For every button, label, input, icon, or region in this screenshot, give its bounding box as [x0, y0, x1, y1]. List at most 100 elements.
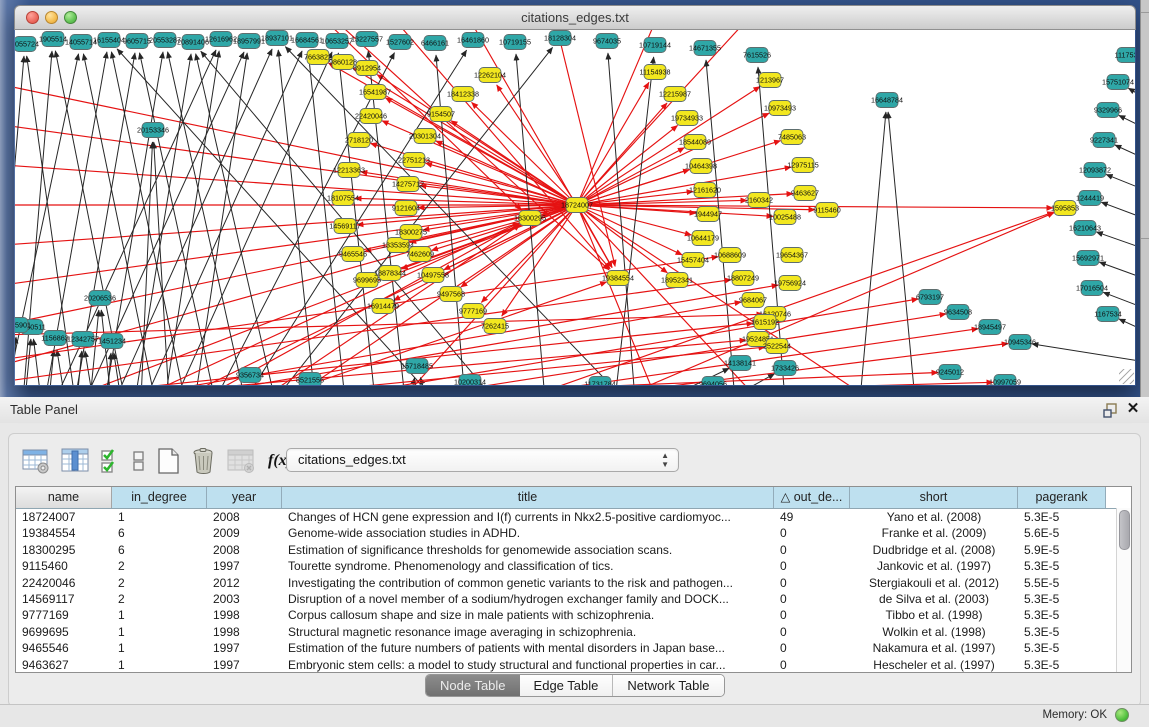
graph-node[interactable]: 1615192	[751, 315, 779, 330]
table-cell[interactable]: Stergiakouli et al. (2012)	[850, 575, 1018, 591]
graph-node[interactable]: 9465546	[339, 247, 367, 262]
graph-node[interactable]: 15751074	[1102, 75, 1134, 90]
table-cell[interactable]: 6	[112, 525, 207, 541]
graph-node[interactable]: 14569117	[329, 219, 360, 234]
table-cell[interactable]: Genome-wide association studies in ADHD.	[282, 525, 774, 541]
graph-node[interactable]: 10945346	[1004, 335, 1036, 350]
graph-node[interactable]: 10464398	[685, 159, 717, 174]
graph-node[interactable]: 7262415	[481, 319, 509, 334]
network-canvas[interactable]: 2055724190551414055714161554049605715205…	[15, 30, 1135, 385]
graph-node[interactable]: 8912954	[353, 61, 381, 76]
table-cell[interactable]: 19384554	[16, 525, 112, 541]
table-cell[interactable]: 0	[774, 575, 850, 591]
graph-node[interactable]: 12093872	[1079, 163, 1111, 178]
table-cell[interactable]: 2	[112, 558, 207, 574]
table-mode-icon[interactable]	[21, 447, 51, 475]
table-cell[interactable]: Hescheler et al. (1997)	[850, 657, 1018, 673]
memory-status-indicator[interactable]	[1115, 708, 1129, 722]
table-row[interactable]: 2242004622012Investigating the contribut…	[16, 575, 1131, 591]
citation-edge-black[interactable]	[33, 339, 41, 385]
graph-node[interactable]: 18128304	[544, 31, 576, 46]
table-cell[interactable]: 9777169	[16, 607, 112, 623]
graph-node[interactable]: 16648784	[871, 93, 903, 108]
citation-edge-red[interactable]	[615, 213, 1054, 385]
table-cell[interactable]: 22420046	[16, 575, 112, 591]
citation-edge-red[interactable]	[15, 85, 577, 205]
tab-node-table[interactable]: Node Table	[426, 675, 520, 697]
graph-node[interactable]: 20206536	[84, 291, 116, 306]
citation-edge-red[interactable]	[577, 30, 655, 205]
graph-node[interactable]: 2522544	[763, 339, 791, 354]
table-cell[interactable]: 49	[774, 509, 850, 525]
table-cell[interactable]: 2012	[207, 575, 282, 591]
table-cell[interactable]: 0	[774, 640, 850, 656]
graph-node[interactable]: 10997059	[989, 375, 1021, 386]
citation-edge-black[interactable]	[1099, 262, 1135, 286]
graph-node[interactable]: 7462609	[406, 247, 434, 262]
graph-node[interactable]: 9674035	[593, 34, 621, 49]
graph-node[interactable]: 20153346	[137, 123, 169, 138]
citation-edge-red[interactable]	[15, 125, 577, 205]
graph-node[interactable]: 19384554	[602, 271, 634, 286]
table-cell[interactable]: 2008	[207, 542, 282, 558]
table-cell[interactable]: 9465546	[16, 640, 112, 656]
citation-edge-black[interactable]	[1096, 232, 1135, 256]
table-cell[interactable]: 5.3E-5	[1018, 624, 1106, 640]
citation-edge-black[interactable]	[1032, 344, 1135, 365]
citation-edge-black[interactable]	[1115, 145, 1135, 168]
graph-node[interactable]: 22751213	[398, 153, 430, 168]
table-row[interactable]: 911546021997Tourette syndrome. Phenomeno…	[16, 558, 1131, 574]
citation-edge-black[interactable]	[706, 60, 735, 385]
graph-node[interactable]: 9356734	[236, 368, 264, 383]
graph-node[interactable]: 19734933	[671, 111, 703, 126]
graph-node[interactable]: 1944947	[694, 207, 722, 222]
table-cell[interactable]: 1997	[207, 657, 282, 673]
column-header-3[interactable]: title	[282, 487, 774, 508]
table-cell[interactable]: 18724007	[16, 509, 112, 525]
table-cell[interactable]: 5.3E-5	[1018, 640, 1106, 656]
tab-network-table[interactable]: Network Table	[612, 675, 723, 697]
table-cell[interactable]: 1	[112, 607, 207, 623]
table-cell[interactable]: 1997	[207, 640, 282, 656]
table-row[interactable]: 1872400712008Changes of HCN gene express…	[16, 509, 1131, 525]
graph-node[interactable]: 1244419	[1076, 191, 1104, 206]
table-row[interactable]: 946554611997Estimation of the future num…	[16, 640, 1131, 656]
table-row[interactable]: 969969511998Structural magnetic resonanc…	[16, 624, 1131, 640]
graph-node[interactable]: 16210643	[1069, 221, 1101, 236]
table-cell[interactable]: Estimation of significance thresholds fo…	[282, 542, 774, 558]
scrollbar-thumb[interactable]	[1119, 510, 1130, 550]
graph-node[interactable]: 10719155	[499, 35, 531, 50]
column-header-6[interactable]: pagerank	[1018, 487, 1106, 508]
citation-edge-black[interactable]	[1106, 174, 1135, 198]
table-cell[interactable]: Changes of HCN gene expression and I(f) …	[282, 509, 774, 525]
table-cell[interactable]: Disruption of a novel member of a sodium…	[282, 591, 774, 607]
table-cell[interactable]: 0	[774, 558, 850, 574]
table-row[interactable]: 1938455462009Genome-wide association stu…	[16, 525, 1131, 541]
graph-node[interactable]: 18807249	[727, 271, 759, 286]
table-cell[interactable]: Nakamura et al. (1997)	[850, 640, 1018, 656]
graph-node[interactable]: 1451234	[98, 334, 126, 349]
table-cell[interactable]: Tourette syndrome. Phenomenology and cla…	[282, 558, 774, 574]
table-cell[interactable]: Franke et al. (2009)	[850, 525, 1018, 541]
table-cell[interactable]: 0	[774, 542, 850, 558]
delete-table-icon[interactable]	[226, 447, 256, 475]
graph-node[interactable]: 19654367	[776, 248, 808, 263]
graph-node[interactable]: 6793197	[916, 290, 944, 305]
graph-node[interactable]: 1117538	[1115, 48, 1135, 63]
citation-edge-black[interactable]	[215, 53, 394, 385]
table-cell[interactable]: 5.3E-5	[1018, 591, 1106, 607]
citation-edge-red[interactable]	[555, 30, 615, 266]
graph-node[interactable]: 9777169	[459, 304, 487, 319]
citation-edge-black[interactable]	[1119, 319, 1135, 340]
select-all-checks-icon[interactable]	[99, 447, 123, 475]
graph-node[interactable]: 9634508	[944, 305, 972, 320]
table-cell[interactable]: de Silva et al. (2003)	[850, 591, 1018, 607]
table-cell[interactable]: 5.3E-5	[1018, 607, 1106, 623]
table-cell[interactable]: Jankovic et al. (1997)	[850, 558, 1018, 574]
citation-edge-black[interactable]	[1128, 88, 1135, 110]
table-cell[interactable]: 0	[774, 657, 850, 673]
graph-node[interactable]: 18412338	[447, 87, 479, 102]
table-cell[interactable]: 1998	[207, 607, 282, 623]
table-cell[interactable]: 9115460	[16, 558, 112, 574]
citation-edge-red[interactable]	[577, 125, 678, 205]
